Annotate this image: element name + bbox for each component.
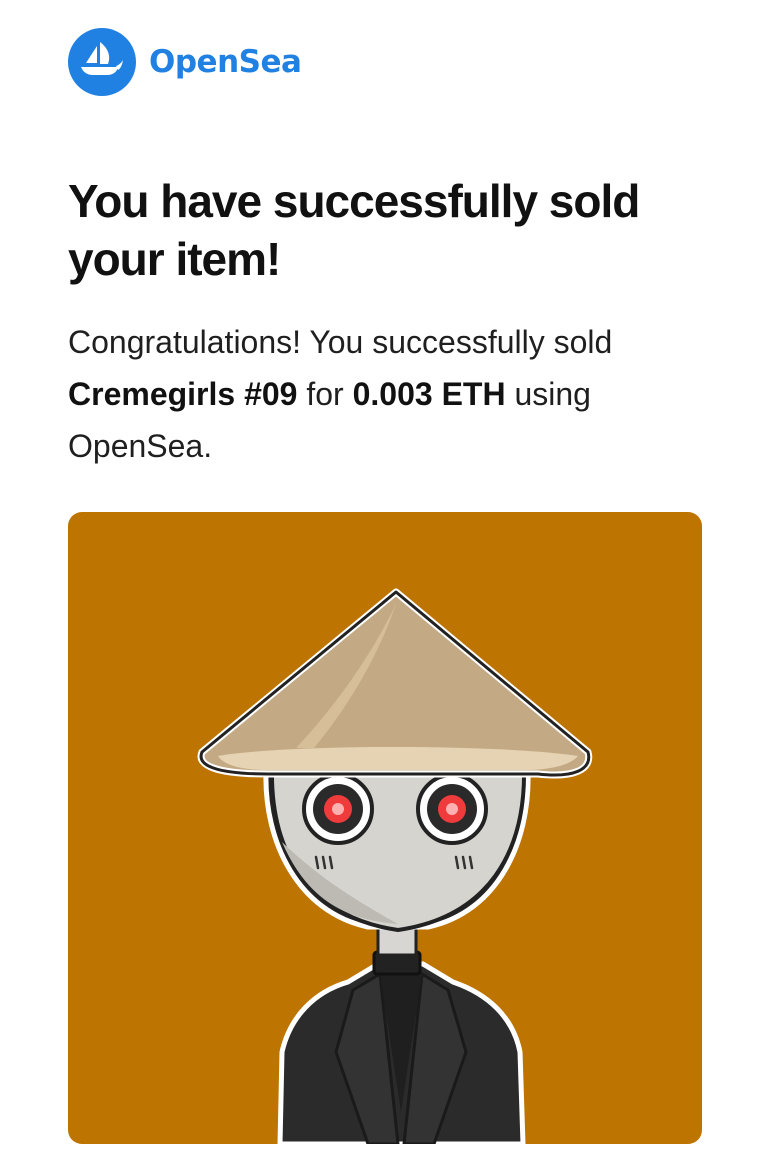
- opensea-logo[interactable]: [68, 28, 136, 96]
- page-title: You have successfully sold your item!: [68, 175, 640, 285]
- message-connector: for: [306, 376, 344, 412]
- brand-name[interactable]: OpenSea: [149, 44, 302, 80]
- nft-image[interactable]: [68, 512, 702, 1144]
- header: OpenSea: [68, 27, 302, 97]
- robot-figure-image: [68, 512, 702, 1144]
- sale-price: 0.003 ETH: [352, 376, 506, 412]
- nft-eye-right-glow: [446, 803, 458, 815]
- nft-eye-left-glow: [332, 803, 344, 815]
- sale-message: Congratulations! You successfully sold C…: [68, 316, 708, 472]
- item-name: Cremegirls #09: [68, 376, 298, 412]
- message-prefix: Congratulations! You successfully sold: [68, 324, 613, 360]
- sailboat-icon: [81, 42, 123, 75]
